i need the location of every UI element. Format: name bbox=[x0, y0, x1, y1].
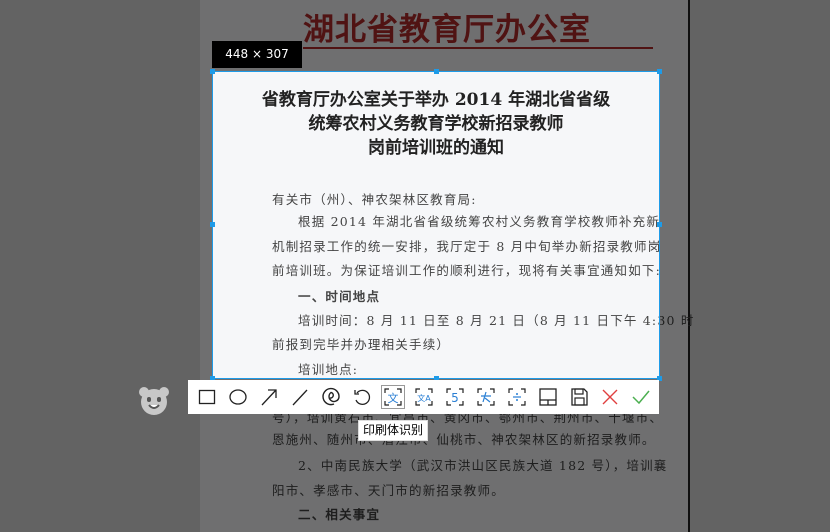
bear-logo-icon bbox=[139, 387, 169, 415]
rectangle-icon bbox=[198, 389, 215, 405]
handwriting-ocr-tool[interactable] bbox=[470, 380, 501, 414]
save-icon bbox=[570, 388, 588, 406]
svg-text:5: 5 bbox=[451, 391, 459, 405]
number-ocr-tool[interactable]: 5 bbox=[439, 380, 470, 414]
cancel-button[interactable] bbox=[594, 380, 625, 414]
ocr-text-icon: 文 bbox=[380, 385, 405, 409]
svg-text:文: 文 bbox=[387, 391, 398, 405]
resize-handle-w[interactable] bbox=[210, 222, 215, 227]
handwriting-icon bbox=[476, 388, 495, 406]
resize-handle-e[interactable] bbox=[657, 222, 662, 227]
resize-handle-n[interactable] bbox=[434, 69, 439, 74]
rectangle-tool[interactable] bbox=[191, 380, 222, 414]
undo-icon bbox=[353, 389, 370, 405]
tool-tooltip: 印刷体识别 bbox=[358, 420, 429, 441]
arrow-tool[interactable] bbox=[253, 380, 284, 414]
capture-selection[interactable] bbox=[210, 69, 662, 381]
document-header: 湖北省教育厅办公室 bbox=[303, 12, 591, 48]
save-button[interactable] bbox=[563, 380, 594, 414]
check-icon bbox=[631, 390, 650, 405]
confirm-button[interactable] bbox=[625, 380, 656, 414]
line-tool[interactable] bbox=[284, 380, 315, 414]
translate-tool[interactable]: 文A bbox=[408, 380, 439, 414]
close-icon bbox=[602, 389, 617, 405]
resize-handle-nw[interactable] bbox=[210, 69, 215, 74]
ellipse-tool[interactable] bbox=[222, 380, 253, 414]
body-line: 阳市、孝感市、天门市的新招录教师。 bbox=[272, 483, 505, 498]
formula-icon bbox=[507, 388, 526, 406]
line-icon bbox=[292, 389, 307, 406]
body-line: 恩施州、随州市、潜江市、仙桃市、神农架林区的新招录教师。 bbox=[272, 432, 656, 447]
arrow-icon bbox=[261, 389, 277, 406]
number-ocr-icon: 5 bbox=[445, 388, 464, 406]
section-heading: 二、相关事宜 bbox=[298, 507, 381, 522]
formula-ocr-tool[interactable] bbox=[501, 380, 532, 414]
translate-icon: 文A bbox=[414, 388, 433, 406]
selection-size-label: 448 × 307 bbox=[212, 41, 302, 68]
spiral-icon bbox=[321, 387, 340, 406]
ellipse-icon bbox=[228, 389, 247, 405]
svg-text:文A: 文A bbox=[417, 393, 431, 403]
print-ocr-tool[interactable]: 文 bbox=[377, 380, 408, 414]
table-ocr-tool[interactable] bbox=[532, 380, 563, 414]
body-line: 2、中南民族大学（武汉市洪山区民族大道 182 号），培训襄 bbox=[298, 458, 668, 473]
undo-tool[interactable] bbox=[346, 380, 377, 414]
header-rule bbox=[303, 47, 653, 49]
pen-tool[interactable] bbox=[315, 380, 346, 414]
resize-handle-ne[interactable] bbox=[657, 69, 662, 74]
capture-toolbar: 文 文A 5 bbox=[188, 380, 659, 414]
table-icon bbox=[538, 388, 557, 406]
